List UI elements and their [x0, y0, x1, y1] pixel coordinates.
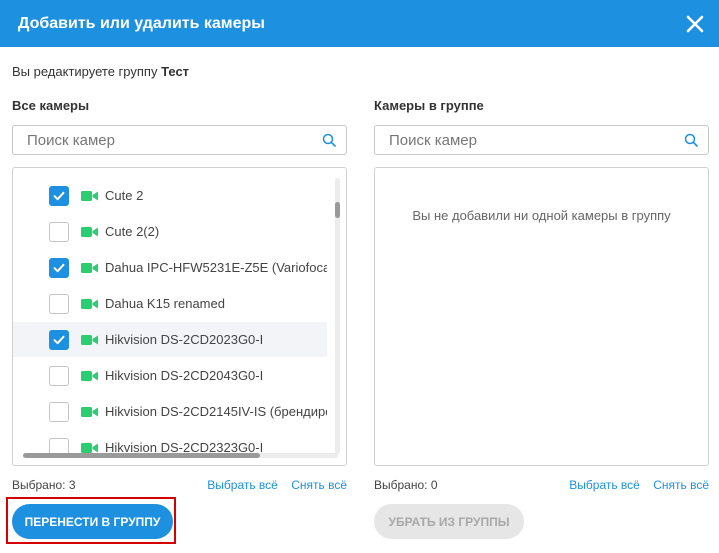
horizontal-scrollbar-thumb[interactable] — [23, 453, 260, 458]
vertical-scrollbar-thumb[interactable] — [335, 202, 340, 218]
camera-list-item[interactable]: Hikvision DS-2CD2023G0-I — [13, 322, 327, 357]
group-cameras-search-input[interactable] — [389, 131, 684, 149]
camera-name: Hikvision DS-2CD2023G0-I — [105, 332, 264, 347]
horizontal-scrollbar[interactable] — [23, 453, 338, 458]
video-camera-icon — [81, 298, 98, 309]
vertical-scrollbar[interactable] — [335, 178, 340, 454]
video-camera-icon — [81, 226, 98, 237]
all-cameras-search[interactable] — [12, 125, 347, 155]
video-camera-icon — [81, 334, 98, 345]
group-cameras-list: Вы не добавили ни одной камеры в группу — [374, 167, 709, 466]
camera-checkbox[interactable] — [49, 365, 69, 386]
camera-name: Dahua IPC-HFW5231E-Z5E (Variofocal — [105, 260, 327, 275]
camera-name: Dahua K15 renamed — [105, 296, 225, 311]
camera-checkbox[interactable] — [49, 329, 69, 350]
right-select-all-link[interactable]: Выбрать всё — [569, 478, 640, 492]
right-footer: Выбрано: 0 Выбрать всё Снять всё — [374, 478, 709, 494]
camera-name: Cute 2(2) — [105, 224, 160, 239]
search-icon[interactable] — [322, 133, 336, 147]
transfer-to-group-button[interactable]: ПЕРЕНЕСТИ В ГРУППУ — [12, 504, 173, 539]
group-cameras-title: Камеры в группе — [374, 98, 484, 113]
camera-checkbox[interactable] — [49, 185, 69, 206]
empty-group-message: Вы не добавили ни одной камеры в группу — [412, 208, 671, 223]
camera-name: Hikvision DS-2CD2043G0-I — [105, 368, 264, 383]
all-cameras-list: Cute 2 Cute 2(2) Dahua IPC-HFW5231E-Z5E (V… — [12, 167, 347, 466]
camera-list-item[interactable]: Hikvision DS-2CD2043G0-I — [13, 358, 327, 393]
search-icon[interactable] — [684, 133, 698, 147]
camera-list-viewport: Cute 2 Cute 2(2) Dahua IPC-HFW5231E-Z5E (V… — [13, 168, 335, 456]
check-icon — [53, 335, 65, 344]
dialog-header: Добавить или удалить камеры — [0, 0, 719, 47]
video-camera-icon — [81, 442, 98, 453]
right-selected-count: Выбрано: 0 — [374, 478, 438, 492]
camera-checkbox[interactable] — [49, 293, 69, 314]
all-cameras-title: Все камеры — [12, 98, 90, 113]
camera-checkbox[interactable] — [49, 257, 69, 278]
camera-name: Hikvision DS-2CD2145IV-IS (брендиро — [105, 404, 327, 419]
camera-list-item[interactable]: Cute 2(2) — [13, 214, 327, 249]
check-icon — [53, 191, 65, 200]
video-camera-icon — [81, 370, 98, 381]
camera-list-item[interactable]: Hikvision DS-2CD2145IV-IS (брендиро — [13, 394, 327, 429]
video-camera-icon — [81, 190, 98, 201]
left-selected-count: Выбрано: 3 — [12, 478, 76, 492]
left-select-all-link[interactable]: Выбрать всё — [207, 478, 278, 492]
group-cameras-search[interactable] — [374, 125, 709, 155]
check-icon — [53, 263, 65, 272]
video-camera-icon — [81, 406, 98, 417]
dialog-title: Добавить или удалить камеры — [18, 14, 265, 32]
camera-checkbox[interactable] — [49, 401, 69, 422]
camera-list-item[interactable]: Dahua K15 renamed — [13, 286, 327, 321]
left-deselect-all-link[interactable]: Снять всё — [291, 478, 347, 492]
right-deselect-all-link[interactable]: Снять всё — [653, 478, 709, 492]
group-name: Тест — [161, 64, 190, 79]
remove-from-group-button[interactable]: УБРАТЬ ИЗ ГРУППЫ — [374, 504, 524, 539]
video-camera-icon — [81, 262, 98, 273]
camera-checkbox[interactable] — [49, 221, 69, 242]
close-icon[interactable] — [683, 12, 707, 36]
left-footer: Выбрано: 3 Выбрать всё Снять всё — [12, 478, 347, 494]
editing-group-subtitle: Вы редактируете группу Тест — [12, 64, 189, 79]
subtitle-prefix: Вы редактируете группу — [12, 64, 158, 79]
camera-list-item[interactable]: Cute 2 — [13, 178, 327, 213]
all-cameras-search-input[interactable] — [27, 131, 322, 149]
camera-list-item[interactable]: Dahua IPC-HFW5231E-Z5E (Variofocal — [13, 250, 327, 285]
camera-name: Cute 2 — [105, 188, 144, 203]
